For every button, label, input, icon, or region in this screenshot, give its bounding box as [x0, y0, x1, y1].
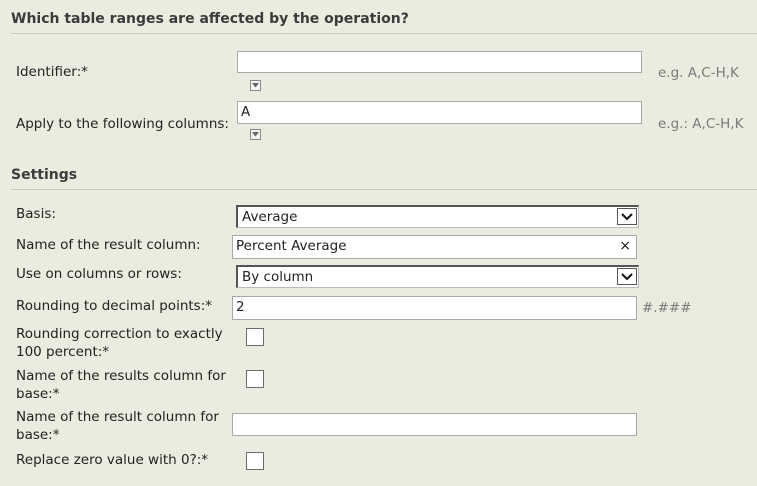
columns-hint: e.g.: A,C-H,K: [658, 116, 744, 132]
rounding-input[interactable]: 2: [232, 296, 637, 320]
identifier-input[interactable]: [237, 51, 642, 73]
base-name-label-line1: Name of the result column for: [16, 409, 219, 425]
base-name-label-line2: base:*: [16, 427, 60, 443]
chevron-down-icon[interactable]: [617, 208, 637, 225]
small-dropdown-icon: [252, 83, 259, 88]
chevron-down-icon[interactable]: [617, 268, 637, 285]
base-name-input[interactable]: [232, 413, 637, 436]
result-name-label: Name of the result column:: [16, 237, 201, 253]
orientation-select-value: By column: [242, 269, 314, 285]
rounding-hint: #.###: [642, 300, 692, 316]
correction-label-line1: Rounding correction to exactly: [16, 326, 223, 342]
columns-input[interactable]: A: [237, 101, 642, 124]
columns-label: Apply to the following columns:: [16, 116, 229, 132]
result-name-input[interactable]: Percent Average ×: [232, 235, 637, 259]
zero-label: Replace zero value with 0?:*: [16, 452, 209, 468]
small-dropdown-icon: [252, 132, 259, 137]
basis-label: Basis:: [16, 206, 56, 222]
ranges-section-title: Which table ranges are affected by the o…: [11, 11, 409, 27]
close-icon[interactable]: ×: [619, 238, 631, 254]
rounding-label: Rounding to decimal points:*: [16, 298, 213, 314]
identifier-hint: e.g. A,C-H,K: [658, 65, 739, 81]
correction-label-line2: 100 percent:*: [16, 344, 110, 360]
correction-checkbox[interactable]: [246, 328, 264, 346]
settings-section-title: Settings: [11, 167, 78, 183]
base-results-label-line2: base:*: [16, 386, 60, 402]
basis-select-value: Average: [242, 209, 298, 225]
settings-divider: [11, 189, 757, 190]
orientation-select[interactable]: By column: [236, 265, 639, 288]
result-name-value: Percent Average: [236, 238, 347, 254]
identifier-label: Identifier:*: [16, 64, 88, 80]
base-results-label-line1: Name of the results column for: [16, 368, 226, 384]
ranges-divider: [11, 33, 757, 34]
columns-dropdown-toggle[interactable]: [250, 129, 261, 140]
basis-select[interactable]: Average: [236, 205, 639, 228]
identifier-dropdown-toggle[interactable]: [250, 80, 261, 91]
orientation-label: Use on columns or rows:: [16, 266, 182, 282]
base-results-checkbox[interactable]: [246, 370, 264, 388]
zero-checkbox[interactable]: [246, 452, 264, 470]
